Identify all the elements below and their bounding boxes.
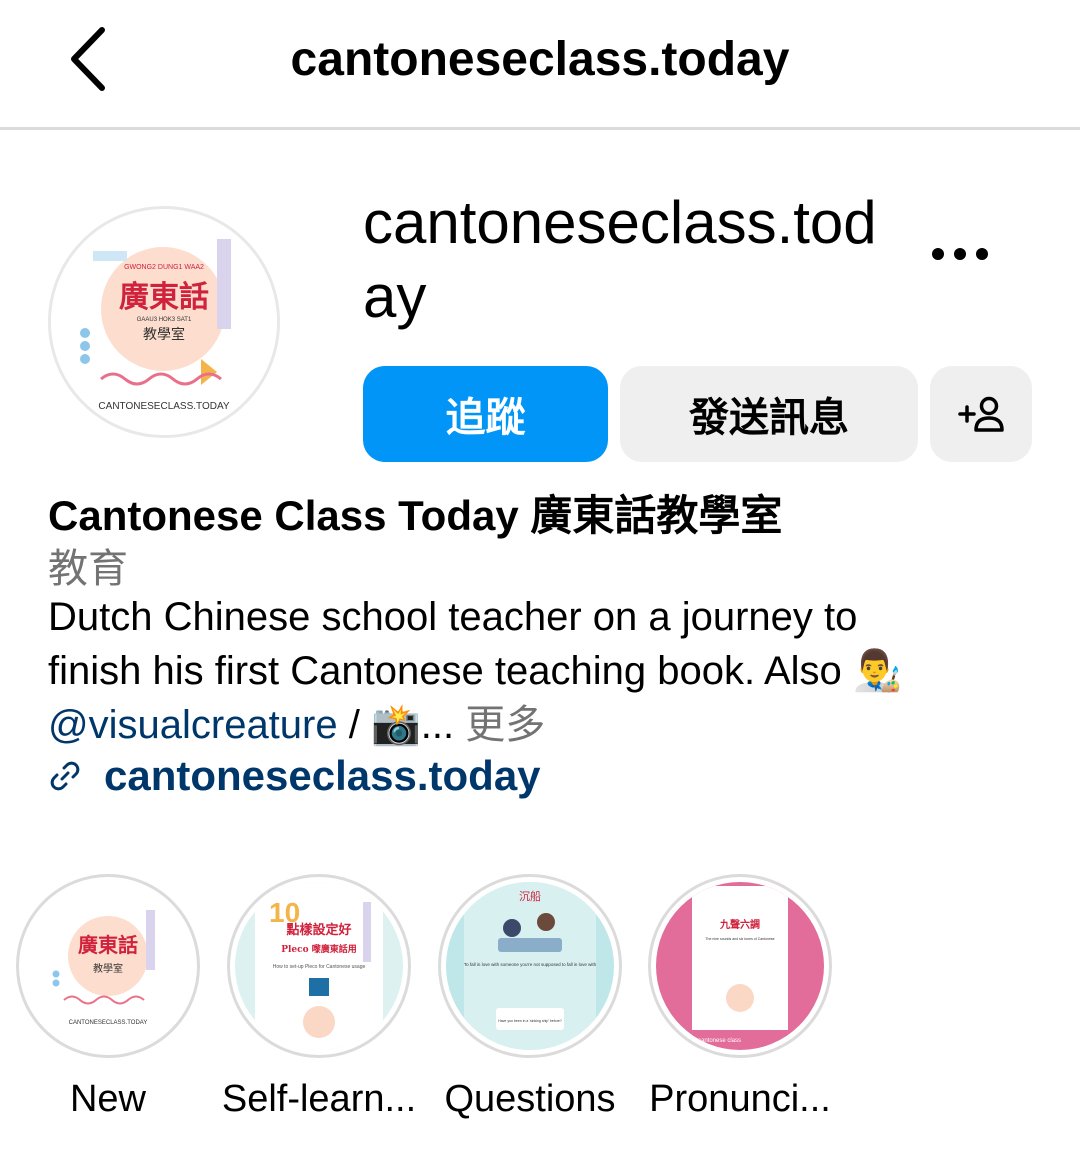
avatar-chinese-title: 廣東話	[119, 280, 209, 315]
highlight-label: Pronunci...	[649, 1078, 831, 1120]
add-user-icon	[958, 396, 1004, 432]
bio-more-button[interactable]: 更多	[465, 703, 545, 747]
highlight-thumbnail: 廣東話 教學室 CANTONESECLASS.TODAY	[24, 882, 192, 1050]
highlight-thumb-sub: To fall in love with someone you're not …	[464, 962, 597, 967]
highlight-thumbnail: 沉船 To fall in love with someone you're n…	[446, 882, 614, 1050]
highlight-thumb-foot: Have you been in a 'sinking ship' before…	[498, 1019, 562, 1023]
highlight-thumb-sub: Pleco 嚟廣東話用	[281, 943, 357, 955]
profile-username: cantoneseclass.today	[363, 189, 877, 330]
header-title: cantoneseclass.today	[290, 33, 790, 86]
profile-avatar[interactable]: GWONG2 DUNG1 WAA2 廣東話 GAAU3 HOK3 SAT1 教學…	[48, 206, 280, 438]
highlight-thumbnail: 10 點樣設定好 Pleco 嚟廣東話用 How to set-up Pleco…	[235, 882, 403, 1050]
highlight-thumbnail: 九聲六調 The nine sounds and six tones of Ca…	[656, 882, 824, 1050]
bio-ellipsis: ...	[420, 703, 466, 747]
bio-mention-link[interactable]: @visualcreature	[48, 703, 338, 747]
top-navigation-bar: cantoneseclass.today	[0, 0, 1080, 130]
website-link-text[interactable]: cantoneseclass.today	[104, 752, 541, 800]
highlight-ring: 九聲六調 The nine sounds and six tones of Ca…	[648, 874, 832, 1058]
artist-emoji-icon: 👨‍🎨	[852, 649, 903, 693]
profile-display-name: Cantonese Class Today 廣東話教學室	[48, 492, 783, 539]
avatar-bottom-text: CANTONESECLASS.TODAY	[98, 401, 229, 412]
suggest-user-button[interactable]	[930, 366, 1032, 462]
profile-category: 教育	[48, 547, 128, 591]
highlight-thumb-foot: How to set-up Pleco for Cantonese usage	[273, 964, 366, 970]
more-options-button[interactable]	[920, 236, 1000, 272]
avatar-top-text: GWONG2 DUNG1 WAA2	[124, 264, 204, 271]
highlight-thumb-title: 九聲六調	[719, 918, 760, 931]
avatar-logo: GWONG2 DUNG1 WAA2 廣東話 GAAU3 HOK3 SAT1 教學…	[51, 209, 277, 435]
profile-bio: Dutch Chinese school teacher on a journe…	[48, 590, 1048, 752]
camera-emoji-icon: 📸	[370, 703, 421, 747]
send-message-button[interactable]: 發送訊息	[620, 366, 918, 462]
highlight-ring: 10 點樣設定好 Pleco 嚟廣東話用 How to set-up Pleco…	[227, 874, 411, 1058]
highlight-new[interactable]: 廣東話 教學室 CANTONESECLASS.TODAY New	[16, 874, 200, 1120]
bio-separator: /	[337, 703, 371, 747]
highlight-ring: 廣東話 教學室 CANTONESECLASS.TODAY	[16, 874, 200, 1058]
highlight-thumb-title: 點樣設定好	[286, 922, 351, 938]
follow-button[interactable]: 追蹤	[363, 366, 608, 462]
highlight-thumb-title: 沉船	[519, 889, 541, 903]
avatar-sub-text: GAAU3 HOK3 SAT1	[137, 317, 192, 323]
more-dots-icon	[932, 248, 988, 260]
bio-line-2-wrap: finish his first Cantonese teaching book…	[48, 644, 1048, 698]
highlight-thumb-sub: The nine sounds and six tones of Cantone…	[705, 937, 774, 941]
highlight-pronunciation[interactable]: 九聲六調 The nine sounds and six tones of Ca…	[648, 874, 832, 1120]
website-link[interactable]: cantoneseclass.today	[48, 752, 541, 800]
highlight-thumb-title: 廣東話	[78, 933, 138, 957]
bio-line-1: Dutch Chinese school teacher on a journe…	[48, 595, 858, 639]
highlight-thumb-sub: 教學室	[93, 962, 123, 975]
highlight-questions[interactable]: 沉船 To fall in love with someone you're n…	[438, 874, 622, 1120]
highlight-thumb-foot: CANTONESECLASS.TODAY	[69, 1020, 148, 1026]
highlight-thumb-foot: cantonese class	[698, 1038, 741, 1044]
bio-line-3: @visualcreature / 📸... 更多	[48, 698, 1048, 752]
highlight-ring: 沉船 To fall in love with someone you're n…	[438, 874, 622, 1058]
bio-line-2: finish his first Cantonese teaching book…	[48, 649, 842, 693]
highlight-self-learn[interactable]: 10 點樣設定好 Pleco 嚟廣東話用 How to set-up Pleco…	[222, 874, 416, 1120]
link-icon	[50, 761, 80, 791]
avatar-chinese-sub: 教學室	[143, 326, 185, 343]
